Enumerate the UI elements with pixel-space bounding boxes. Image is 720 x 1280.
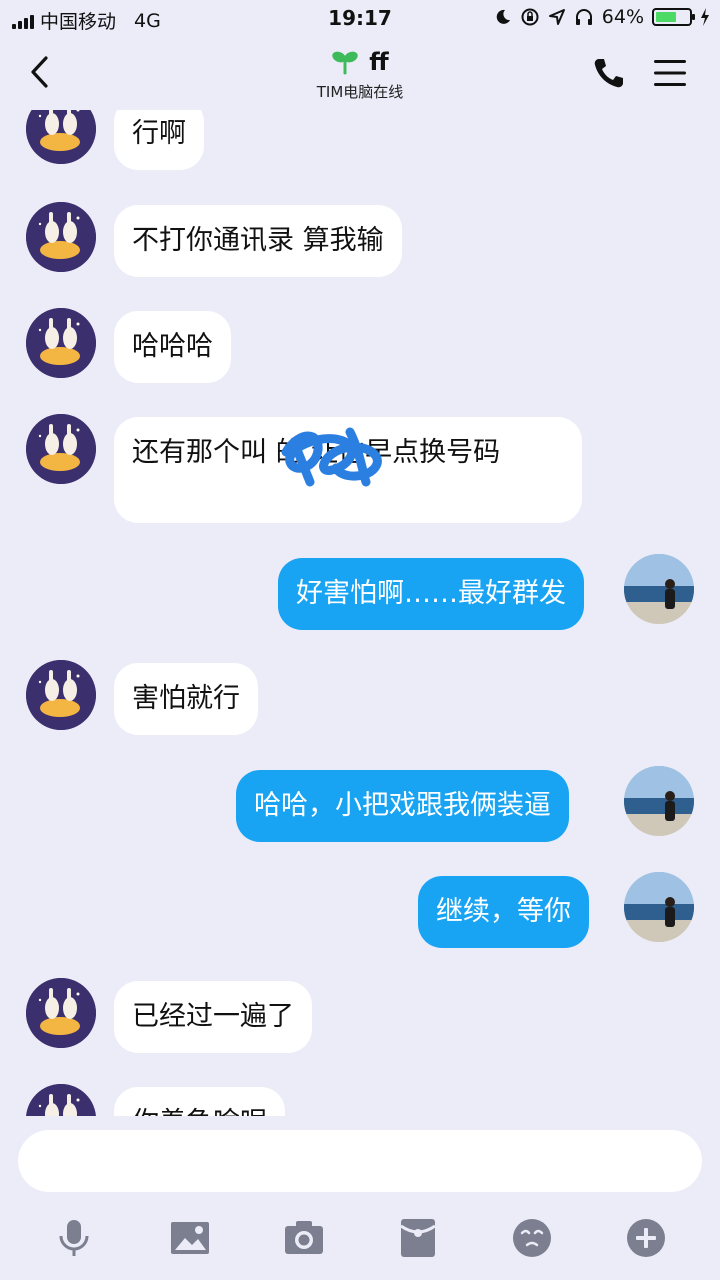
- charging-icon: [701, 8, 709, 26]
- contact-avatar[interactable]: [26, 660, 96, 730]
- menu-icon[interactable]: [652, 58, 688, 88]
- redaction-scribble: [281, 427, 382, 487]
- rotation-lock-icon: [521, 8, 539, 26]
- message-bubble[interactable]: 已经过一遍了: [114, 981, 312, 1053]
- headphones-icon: [575, 9, 592, 25]
- sprout-icon: [332, 51, 358, 75]
- message-bubble[interactable]: 你着急啥呢: [114, 1087, 285, 1116]
- camera-icon[interactable]: [282, 1216, 326, 1260]
- message-bubble[interactable]: 害怕就行: [114, 663, 258, 735]
- message-bubble[interactable]: 继续，等你: [418, 876, 589, 948]
- contact-avatar[interactable]: [26, 1084, 96, 1116]
- my-avatar[interactable]: [624, 554, 694, 624]
- phone-call-icon[interactable]: [592, 56, 626, 90]
- message-bubble[interactable]: 哈哈，小把戏跟我俩装逼: [236, 770, 569, 842]
- nav-bar: ff TIM电脑在线: [0, 38, 720, 110]
- message-bubble[interactable]: 不打你通讯录 算我输: [114, 205, 402, 277]
- message-bubble[interactable]: 哈哈哈: [114, 311, 231, 383]
- image-icon[interactable]: [168, 1216, 212, 1260]
- status-bar: 中国移动 4G 19:17 64%: [0, 0, 720, 38]
- my-avatar[interactable]: [624, 872, 694, 942]
- battery-icon: [652, 8, 695, 26]
- contact-avatar[interactable]: [26, 414, 96, 484]
- red-packet-icon[interactable]: [396, 1216, 440, 1260]
- message-input[interactable]: [18, 1130, 702, 1192]
- contact-avatar[interactable]: [26, 202, 96, 272]
- my-avatar[interactable]: [624, 766, 694, 836]
- contact-avatar[interactable]: [26, 978, 96, 1048]
- message-bubble[interactable]: 行啊: [114, 110, 204, 170]
- microphone-icon[interactable]: [52, 1216, 96, 1260]
- battery-percent: 64%: [601, 6, 644, 28]
- message-bubble[interactable]: 好害怕啊……最好群发: [278, 558, 584, 630]
- composer: [0, 1116, 720, 1280]
- emoji-icon[interactable]: [510, 1216, 554, 1260]
- contact-avatar[interactable]: [26, 308, 96, 378]
- moon-icon: [496, 9, 510, 24]
- plus-icon[interactable]: [624, 1216, 668, 1260]
- chat-messages[interactable]: 行啊 不打你通讯录 算我输 哈哈哈 还有那个叫 的 让他早点换号码 好害怕啊………: [0, 110, 720, 1116]
- chat-title: ff: [369, 48, 389, 76]
- location-icon: [548, 9, 565, 25]
- contact-avatar[interactable]: [26, 110, 96, 164]
